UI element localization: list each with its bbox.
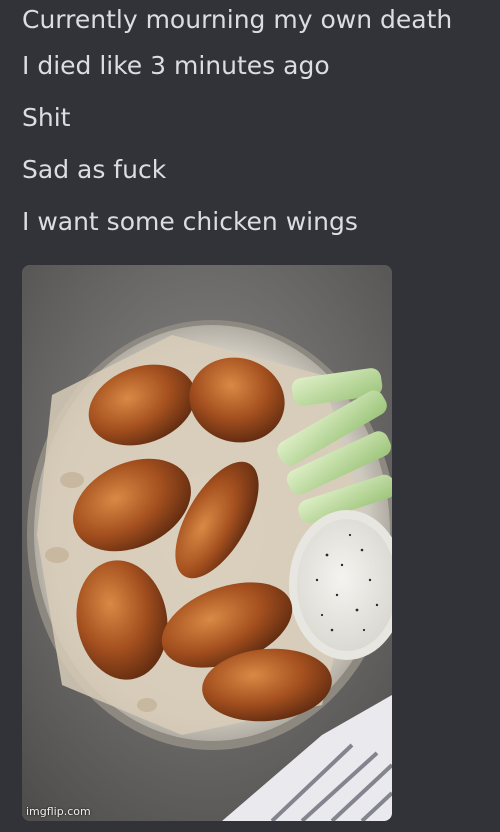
message-group: Currently mourning my own death I died l… (22, 0, 492, 248)
chicken-wings-photo (22, 265, 392, 821)
message-line-1: Currently mourning my own death (22, 5, 453, 34)
message-line-5: I want some chicken wings (22, 207, 358, 236)
image-attachment[interactable]: imgflip.com (22, 265, 392, 821)
message-line-4: Sad as fuck (22, 155, 167, 184)
message-line-3: Shit (22, 103, 71, 132)
imgflip-watermark: imgflip.com (26, 805, 91, 818)
message-line-2: I died like 3 minutes ago (22, 51, 330, 80)
